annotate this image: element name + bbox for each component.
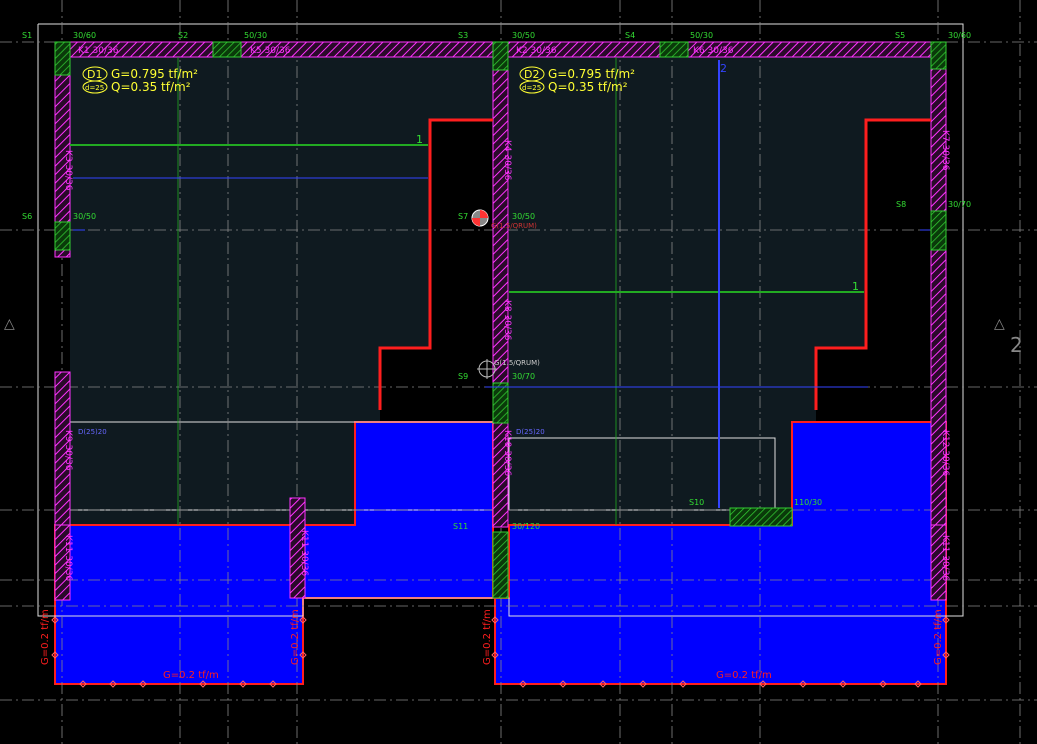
svg-text:S8: S8 — [896, 200, 906, 209]
column-s3 — [492, 41, 509, 71]
svg-text:S5: S5 — [895, 31, 905, 40]
slab-d2-name: D2 — [524, 68, 539, 81]
dim-two: 2 — [720, 62, 727, 75]
axis-left-triangle-icon: △ — [4, 316, 15, 332]
svg-text:30/120: 30/120 — [512, 522, 540, 531]
svg-text:D(25)20: D(25)20 — [78, 428, 107, 436]
svg-text:50/30: 50/30 — [244, 31, 267, 40]
slab-d2-thickness: d=25 — [522, 84, 541, 92]
slab-d1-q: Q=0.35 tf/m² — [111, 80, 191, 94]
column-s11 — [492, 531, 509, 599]
slab-d2-label[interactable]: D2 d=25 G=0.795 tf/m² Q=0.35 tf/m² — [519, 66, 635, 94]
svg-text:K11 30/36: K11 30/36 — [940, 535, 950, 581]
svg-text:K1 30/36: K1 30/36 — [78, 46, 119, 56]
svg-text:K6 30/36: K6 30/36 — [693, 46, 734, 56]
svg-text:G(1.5/QRUM): G(1.5/QRUM) — [491, 222, 537, 230]
column-s8 — [930, 210, 947, 251]
svg-text:K5 30/36: K5 30/36 — [250, 46, 291, 56]
svg-text:K2 30/36: K2 30/36 — [516, 46, 557, 56]
svg-text:K7 30/36: K7 30/36 — [940, 130, 950, 171]
svg-text:G=0.2 tf/m: G=0.2 tf/m — [163, 670, 219, 681]
column-s5 — [930, 41, 947, 70]
svg-text:30/70: 30/70 — [948, 200, 971, 209]
svg-text:1: 1 — [852, 280, 859, 293]
svg-text:30/50: 30/50 — [512, 212, 535, 221]
svg-text:S6: S6 — [22, 212, 32, 221]
column-s10 — [729, 507, 793, 527]
column-s2 — [212, 41, 242, 58]
svg-text:S10: S10 — [689, 498, 704, 507]
svg-text:S2: S2 — [178, 31, 188, 40]
cad-canvas[interactable]: K1 30/36 K5 30/36 K2 30/36 K6 30/36 K3 3… — [0, 0, 1037, 744]
axis-right-triangle-icon: △ — [994, 316, 1005, 332]
svg-text:G=0.2 tf/m: G=0.2 tf/m — [716, 670, 772, 681]
svg-text:G=0.2 tf/m: G=0.2 tf/m — [40, 609, 51, 665]
svg-text:K10 30/36: K10 30/36 — [502, 430, 512, 476]
column-s9 — [492, 382, 509, 424]
column-s1 — [54, 41, 71, 76]
column-s4 — [659, 41, 689, 58]
axis-number: 2 — [1010, 333, 1023, 357]
svg-text:K3 30/36: K3 30/36 — [63, 150, 73, 191]
slab-d1-name: D1 — [87, 68, 102, 81]
svg-text:S9: S9 — [458, 372, 468, 381]
slab-d1-g: G=0.795 tf/m² — [111, 67, 198, 81]
svg-text:110/30: 110/30 — [794, 498, 822, 507]
slab-d2-g: G=0.795 tf/m² — [548, 67, 635, 81]
slab-d1-label[interactable]: D1 d=25 G=0.795 tf/m² Q=0.35 tf/m² — [82, 66, 198, 94]
svg-text:30/60: 30/60 — [73, 31, 96, 40]
svg-text:1: 1 — [416, 133, 423, 146]
svg-text:K12 30/36: K12 30/36 — [940, 430, 950, 476]
svg-text:D(25)20: D(25)20 — [516, 428, 545, 436]
column-s6 — [54, 221, 71, 251]
svg-text:K11 30/36: K11 30/36 — [299, 530, 309, 576]
svg-text:S1: S1 — [22, 31, 32, 40]
svg-text:G(1.5/QRUM): G(1.5/QRUM) — [494, 359, 540, 367]
svg-text:K8 30/36: K8 30/36 — [502, 300, 512, 341]
svg-text:30/50: 30/50 — [73, 212, 96, 221]
svg-text:K9 30/36: K9 30/36 — [63, 430, 73, 471]
svg-text:50/30: 50/30 — [690, 31, 713, 40]
svg-text:S7: S7 — [458, 212, 468, 221]
svg-text:S11: S11 — [453, 522, 468, 531]
svg-text:G=0.2 tf/m: G=0.2 tf/m — [482, 609, 493, 665]
svg-text:G=0.2 tf/m: G=0.2 tf/m — [933, 609, 944, 665]
svg-text:S3: S3 — [458, 31, 468, 40]
svg-text:G=0.2 tf/m: G=0.2 tf/m — [290, 609, 301, 665]
svg-text:K4 30/36: K4 30/36 — [502, 140, 512, 181]
slab-d1-thickness: d=25 — [85, 84, 104, 92]
svg-text:30/70: 30/70 — [512, 372, 535, 381]
svg-text:30/60: 30/60 — [948, 31, 971, 40]
slab-d2-q: Q=0.35 tf/m² — [548, 80, 628, 94]
svg-text:S4: S4 — [625, 31, 635, 40]
svg-text:30/50: 30/50 — [512, 31, 535, 40]
svg-text:K11 30/36: K11 30/36 — [63, 535, 73, 581]
